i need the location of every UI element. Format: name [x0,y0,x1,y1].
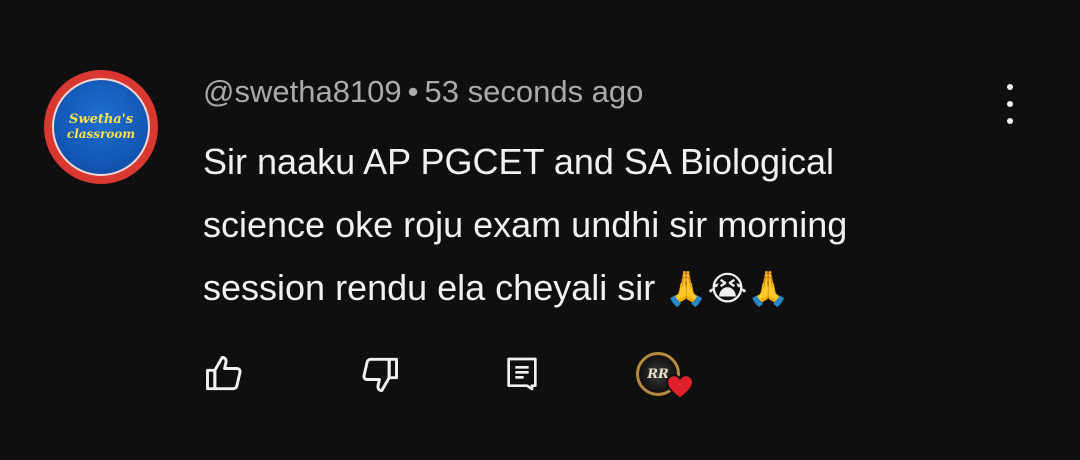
creator-heart: RR [636,352,696,404]
comment-text-line-content: session rendu ela cheyali sir [203,267,656,308]
comment-icon [507,357,537,391]
reply-button[interactable] [498,350,546,398]
author-handle[interactable]: @swetha8109 [203,74,402,109]
thumb-down-icon [362,357,398,392]
author-avatar[interactable]: Swetha's classroom [44,70,158,184]
praying-hands-emoji: 🙏 [747,269,790,309]
meta-separator: • [407,74,419,109]
like-button[interactable] [200,350,248,398]
avatar-line-2: classroom [66,126,136,141]
comment-text-line: session rendu ela cheyali sir 🙏😭🙏 [203,256,963,321]
author-avatar-logo: Swetha's classroom [52,78,150,176]
comment-text-line: science oke roju exam undhi sir morning [203,204,848,245]
comment-timestamp[interactable]: 53 seconds ago [425,74,644,109]
avatar-line-1: Swetha's [68,111,134,127]
comment-text: Sir naaku AP PGCET and SA Biological sci… [203,130,963,321]
dislike-button[interactable] [356,350,404,398]
comment-card: Swetha's classroom @swetha8109 • 53 second… [0,0,1080,460]
praying-hands-emoji: 🙏 [665,269,708,309]
crying-face-emoji: 😭 [707,269,748,309]
thumb-up-icon [206,356,242,391]
comment-text-line: Sir naaku AP PGCET and SA Biological [203,141,835,182]
heart-icon [666,374,694,400]
more-vert-icon[interactable] [996,84,1024,124]
comment-meta: @swetha8109 • 53 seconds ago [203,74,643,110]
